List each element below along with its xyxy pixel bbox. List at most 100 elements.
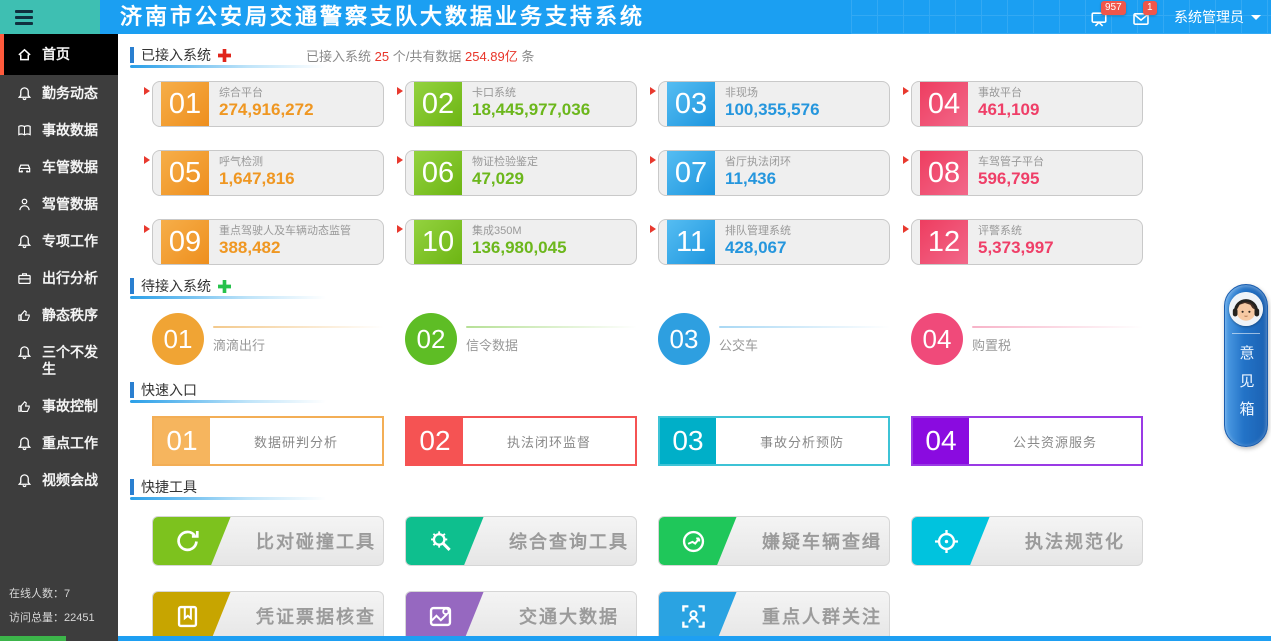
pending-label: 信令数据 (466, 335, 637, 354)
hamburger-icon (15, 10, 33, 25)
red-plus-icon[interactable] (218, 49, 231, 62)
card-value: 274,916,272 (219, 100, 314, 120)
chevron-down-icon (1251, 15, 1261, 20)
card-number: 09 (161, 220, 209, 264)
quick-entry-accident-prevention[interactable]: 03 事故分析预防 (658, 416, 890, 466)
section-underline (130, 400, 326, 403)
bottom-strip-blue (118, 636, 1271, 641)
accent-line (466, 326, 637, 328)
bell-icon (17, 473, 32, 488)
quick-entry-data-analysis[interactable]: 01 数据研判分析 (152, 416, 384, 466)
police-avatar-icon (1229, 292, 1263, 326)
messages-button[interactable]: 1 (1132, 7, 1152, 27)
system-card[interactable]: 05 呼气检测 1,647,816 (152, 150, 384, 196)
bottom-strip-green (0, 636, 66, 641)
section-title: 快速入口 (141, 380, 197, 400)
system-card[interactable]: 06 物证检验鉴定 47,029 (405, 150, 637, 196)
sidebar-item-home[interactable]: 首页 (0, 34, 118, 75)
online-count: 在线人数：7 (9, 582, 95, 606)
quick-entry-public-resource[interactable]: 04 公共资源服务 (911, 416, 1143, 466)
sidebar-item-label: 三个不发生 (42, 344, 104, 378)
briefcase-icon (17, 271, 32, 286)
card-value: 461,109 (978, 100, 1039, 120)
system-card[interactable]: 01 综合平台 274,916,272 (152, 81, 384, 127)
tool-label: 交通大数据 (508, 592, 630, 636)
tool-key-groups-watch[interactable]: 重点人群关注 (658, 591, 890, 636)
sidebar-item-static-order[interactable]: 静态秩序 (0, 297, 118, 334)
section-accent-bar (130, 479, 134, 495)
pending-label: 购置税 (972, 335, 1143, 354)
card-value: 428,067 (725, 238, 791, 258)
card-number: 10 (414, 220, 462, 264)
card-number: 12 (920, 220, 968, 264)
sidebar-item-driver-data[interactable]: 驾管数据 (0, 186, 118, 223)
system-card[interactable]: 03 非现场 100,355,576 (658, 81, 890, 127)
sidebar-item-label: 视频会战 (42, 472, 104, 489)
card-value: 136,980,045 (472, 238, 567, 258)
sidebar-item-accident-data[interactable]: 事故数据 (0, 112, 118, 149)
tool-label: 重点人群关注 (761, 592, 883, 636)
quick-entry-law-enforcement-loop[interactable]: 02 执法闭环监督 (405, 416, 637, 466)
system-card[interactable]: 12 评警系统 5,373,997 (911, 219, 1143, 265)
sidebar-item-duty-status[interactable]: 勤务动态 (0, 75, 118, 112)
system-card[interactable]: 10 集成350M 136,980,045 (405, 219, 637, 265)
sidebar-item-key-work[interactable]: 重点工作 (0, 425, 118, 462)
pending-number: 03 (658, 313, 710, 365)
sidebar-item-video-campaign[interactable]: 视频会战 (0, 462, 118, 499)
user-name: 系统管理员 (1174, 7, 1244, 27)
tool-label: 综合查询工具 (508, 517, 630, 565)
thumbs-up-icon (17, 399, 32, 414)
section-title: 已接入系统 (141, 45, 211, 65)
accent-line (719, 326, 890, 328)
system-card[interactable]: 08 车驾管子平台 596,795 (911, 150, 1143, 196)
user-menu[interactable]: 系统管理员 (1174, 7, 1261, 27)
section-underline (130, 497, 326, 500)
accent-line (213, 326, 384, 328)
suggestion-box-label: 意见箱 (1236, 345, 1257, 429)
tool-comprehensive-query[interactable]: 综合查询工具 (405, 516, 637, 566)
pending-label: 滴滴出行 (213, 335, 384, 354)
section-underline (130, 296, 326, 299)
visit-total: 访问总量：22451 (9, 606, 95, 630)
gear-search-icon (406, 517, 508, 565)
sidebar-item-label: 重点工作 (42, 435, 104, 452)
green-plus-icon[interactable] (218, 280, 231, 293)
system-card[interactable]: 04 事故平台 461,109 (911, 81, 1143, 127)
card-label: 排队管理系统 (725, 225, 791, 238)
sidebar-stats: 在线人数：7 访问总量：22451 (9, 582, 95, 630)
receipt-book-icon (153, 592, 255, 636)
section-header-pending: 待接入系统 (130, 275, 1271, 297)
home-icon (17, 47, 32, 62)
menu-toggle-button[interactable] (0, 0, 100, 34)
topbar-right: 957 1 系统管理员 (1090, 0, 1261, 34)
sidebar-item-label: 出行分析 (42, 270, 104, 287)
card-value: 1,647,816 (219, 169, 295, 189)
tool-law-enforcement-standardization[interactable]: 执法规范化 (911, 516, 1143, 566)
sidebar-item-vehicle-data[interactable]: 车管数据 (0, 149, 118, 186)
tool-suspect-vehicle-pursuit[interactable]: 嫌疑车辆查缉 (658, 516, 890, 566)
sidebar-item-accident-control[interactable]: 事故控制 (0, 388, 118, 425)
section-underline (130, 65, 326, 68)
suggestion-box-button[interactable]: 意见箱 (1224, 284, 1268, 447)
system-card[interactable]: 02 卡口系统 18,445,977,036 (405, 81, 637, 127)
tool-receipt-verification[interactable]: 凭证票据核查 (152, 591, 384, 636)
pending-number: 04 (911, 313, 963, 365)
notifications-button[interactable]: 957 (1090, 7, 1110, 27)
system-card[interactable]: 11 排队管理系统 428,067 (658, 219, 890, 265)
system-card[interactable]: 07 省厅执法闭环 11,436 (658, 150, 890, 196)
sidebar-item-travel-analysis[interactable]: 出行分析 (0, 260, 118, 297)
pending-item-didi[interactable]: 01 滴滴出行 (152, 313, 384, 369)
sidebar-item-special-work[interactable]: 专项工作 (0, 223, 118, 260)
tool-compare-collision[interactable]: 比对碰撞工具 (152, 516, 384, 566)
pending-item-signal-data[interactable]: 02 信令数据 (405, 313, 637, 369)
system-card[interactable]: 09 重点驾驶人及车辆动态监管 388,482 (152, 219, 384, 265)
thumbs-up-icon (17, 308, 32, 323)
section-accent-bar (130, 47, 134, 63)
pending-item-bus[interactable]: 03 公交车 (658, 313, 890, 369)
card-number: 06 (414, 151, 462, 195)
tool-label: 执法规范化 (1014, 517, 1136, 565)
tool-traffic-big-data[interactable]: 交通大数据 (405, 591, 637, 636)
pending-item-purchase-tax[interactable]: 04 购置税 (911, 313, 1143, 369)
sidebar-item-three-no-occurrence[interactable]: 三个不发生 (0, 334, 118, 388)
quick-tools-grid: 比对碰撞工具 综合查询工具 嫌疑车辆查缉 执法规范化 凭证票据核查 交通大数据 (152, 516, 1271, 636)
